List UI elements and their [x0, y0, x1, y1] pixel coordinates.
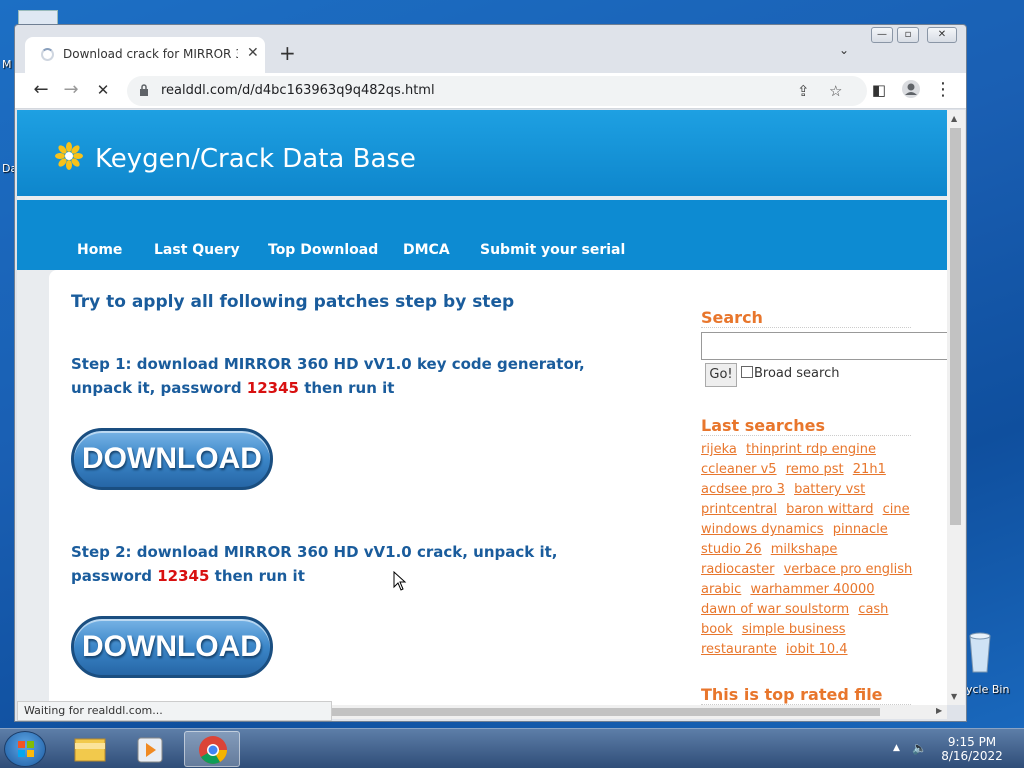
- site-header: Keygen/Crack Data Base: [17, 110, 947, 196]
- last-search-link[interactable]: baron wittard: [786, 502, 873, 517]
- back-arrow-icon[interactable]: ←: [29, 79, 53, 100]
- scroll-up-arrow-icon[interactable]: ▲: [951, 114, 957, 123]
- tab-strip: Download crack for MIRROR 360 ✕ + ⌄: [15, 25, 966, 73]
- tab-title: Download crack for MIRROR 360: [63, 47, 238, 61]
- site-title: Keygen/Crack Data Base: [95, 144, 416, 174]
- last-searches-heading: Last searches: [701, 416, 911, 436]
- nav-dmca[interactable]: DMCA: [403, 242, 450, 258]
- browser-tab[interactable]: Download crack for MIRROR 360 ✕: [25, 37, 265, 73]
- loading-spinner-icon: [41, 48, 54, 61]
- clock-date: 8/16/2022: [941, 749, 1003, 763]
- horizontal-scrollbar[interactable]: ▶: [332, 705, 947, 719]
- step-2-password: 12345: [157, 567, 210, 585]
- folder-icon: [74, 738, 106, 762]
- last-search-link[interactable]: remo pst: [786, 462, 844, 477]
- windows-logo-icon: [18, 741, 34, 757]
- last-search-link[interactable]: rijeka: [701, 442, 737, 457]
- nav-top-download[interactable]: Top Download: [268, 242, 378, 258]
- browser-toolbar: ← → ✕ realddl.com/d/d4bc163963q9q482qs.h…: [15, 73, 966, 109]
- step-2-description: Step 2: download MIRROR 360 HD vV1.0 cra…: [71, 543, 558, 585]
- last-search-link[interactable]: printcentral: [701, 502, 777, 517]
- last-search-link[interactable]: radiocaster: [701, 562, 774, 577]
- desktop-icon-label: M: [2, 58, 12, 71]
- mouse-cursor-icon: [393, 571, 407, 591]
- last-search-link[interactable]: iobit 10.4: [786, 642, 848, 657]
- step-1-text: Step 1: download MIRROR 360 HD vV1.0 key…: [71, 352, 641, 400]
- last-searches-list: rijeka thinprint rdp engine ccleaner v5 …: [701, 440, 913, 660]
- clock-time: 9:15 PM: [947, 735, 997, 749]
- page-viewport: Keygen/Crack Data Base Home Last Query T…: [17, 110, 947, 705]
- step-1-suffix: then run it: [298, 379, 395, 397]
- step-2-suffix: then run it: [209, 567, 305, 585]
- tab-search-chevron-icon[interactable]: ⌄: [839, 43, 849, 57]
- forward-arrow-icon[interactable]: →: [59, 79, 83, 100]
- last-search-link[interactable]: acdsee pro 3: [701, 482, 785, 497]
- go-button[interactable]: Go!: [705, 363, 737, 387]
- last-search-link[interactable]: 21h1: [853, 462, 886, 477]
- address-bar[interactable]: realddl.com/d/d4bc163963q9q482qs.html ⇪ …: [127, 76, 867, 106]
- step-1-password: 12345: [246, 379, 299, 397]
- taskbar: ▲ 🔈 9:15 PM 8/16/2022: [0, 728, 1024, 768]
- search-heading: Search: [701, 308, 911, 328]
- last-search-link[interactable]: restaurante: [701, 642, 777, 657]
- nav-home[interactable]: Home: [77, 242, 122, 258]
- nav-submit-serial[interactable]: Submit your serial: [480, 242, 625, 258]
- taskbar-chrome[interactable]: [184, 731, 240, 767]
- scrollbar-thumb[interactable]: [950, 128, 961, 525]
- main-content: Try to apply all following patches step …: [49, 270, 947, 705]
- tray-chevron-icon[interactable]: ▲: [893, 743, 900, 753]
- menu-kebab-icon[interactable]: ⋮: [931, 79, 955, 100]
- profile-avatar-icon[interactable]: [899, 79, 923, 104]
- side-panel-icon[interactable]: ◧: [867, 81, 891, 99]
- recycle-bin-label: ycle Bin: [966, 683, 1010, 696]
- bookmark-star-icon[interactable]: ☆: [829, 82, 842, 100]
- download-button-1[interactable]: DOWNLOAD: [71, 428, 273, 490]
- hscrollbar-thumb[interactable]: [332, 708, 880, 716]
- scroll-right-arrow-icon[interactable]: ▶: [936, 706, 942, 715]
- lock-icon: [140, 84, 148, 96]
- volume-icon[interactable]: 🔈: [912, 741, 927, 755]
- last-search-link[interactable]: thinprint rdp engine: [746, 442, 876, 457]
- step-2-text: Step 2: download MIRROR 360 HD vV1.0 cra…: [71, 540, 641, 588]
- tab-close-icon[interactable]: ✕: [247, 45, 259, 61]
- taskbar-media-player[interactable]: [122, 731, 178, 767]
- browser-window: — ▫ ✕ Download crack for MIRROR 360 ✕ + …: [14, 24, 967, 722]
- last-search-link[interactable]: simple business: [742, 622, 846, 637]
- search-input[interactable]: [701, 332, 947, 360]
- recycle-bin-icon[interactable]: [966, 630, 994, 674]
- status-bar: Waiting for realddl.com...: [17, 701, 332, 721]
- vertical-scrollbar[interactable]: ▲ ▼: [947, 110, 965, 705]
- media-player-icon: [137, 737, 163, 763]
- checkbox-icon[interactable]: [741, 366, 753, 378]
- scroll-down-arrow-icon[interactable]: ▼: [951, 692, 957, 701]
- url-text: realddl.com/d/d4bc163963q9q482qs.html: [161, 83, 435, 98]
- broad-search-label: Broad search: [754, 366, 840, 381]
- top-rated-heading: This is top rated file: [701, 685, 911, 705]
- last-search-link[interactable]: milkshape: [771, 542, 838, 557]
- site-nav: Home Last Query Top Download DMCA Submit…: [17, 200, 947, 270]
- download-button-2[interactable]: DOWNLOAD: [71, 616, 273, 678]
- nav-last-query[interactable]: Last Query: [154, 242, 240, 258]
- new-tab-button[interactable]: +: [279, 41, 296, 65]
- last-search-link[interactable]: battery vst: [794, 482, 865, 497]
- broad-search-checkbox[interactable]: Broad search: [741, 366, 839, 381]
- start-button[interactable]: [4, 731, 46, 767]
- clock[interactable]: 9:15 PM 8/16/2022: [930, 735, 1014, 763]
- page-heading: Try to apply all following patches step …: [71, 292, 515, 312]
- taskbar-explorer[interactable]: [62, 731, 118, 767]
- flower-logo-icon: [55, 142, 83, 170]
- last-search-link[interactable]: ccleaner v5: [701, 462, 777, 477]
- share-icon[interactable]: ⇪: [797, 82, 810, 100]
- chrome-icon: [199, 736, 227, 764]
- stop-icon[interactable]: ✕: [91, 81, 115, 99]
